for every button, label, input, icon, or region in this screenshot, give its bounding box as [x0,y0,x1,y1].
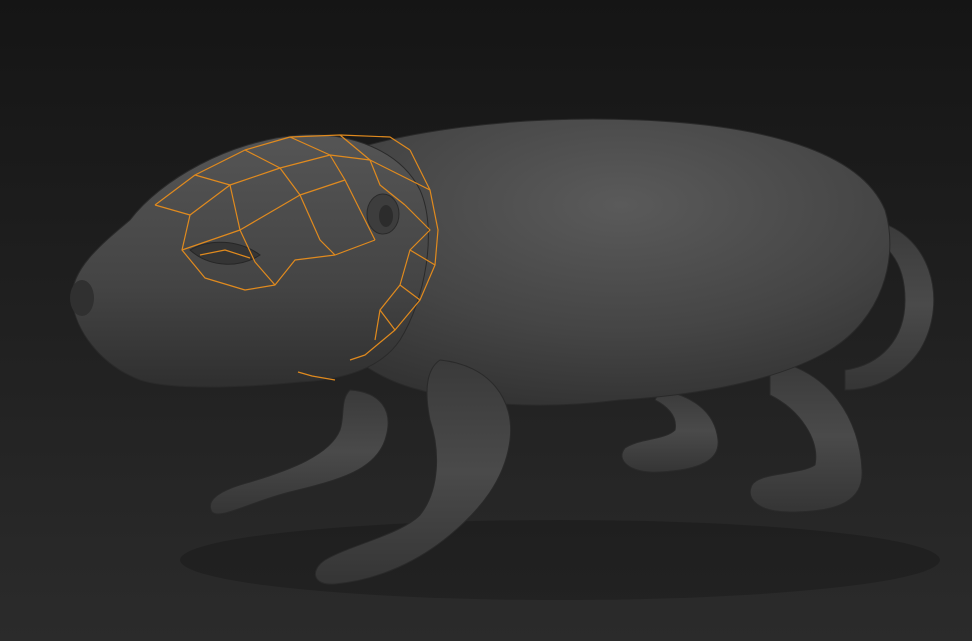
model-leg-front-far[interactable] [209,389,389,515]
3d-viewport[interactable] [0,0,972,641]
model-leg-back-far[interactable] [621,389,719,473]
sculpt-scene[interactable] [0,0,972,641]
model-nose [70,280,94,316]
ground-shadow [180,520,940,600]
model-ear-inner [379,205,393,227]
